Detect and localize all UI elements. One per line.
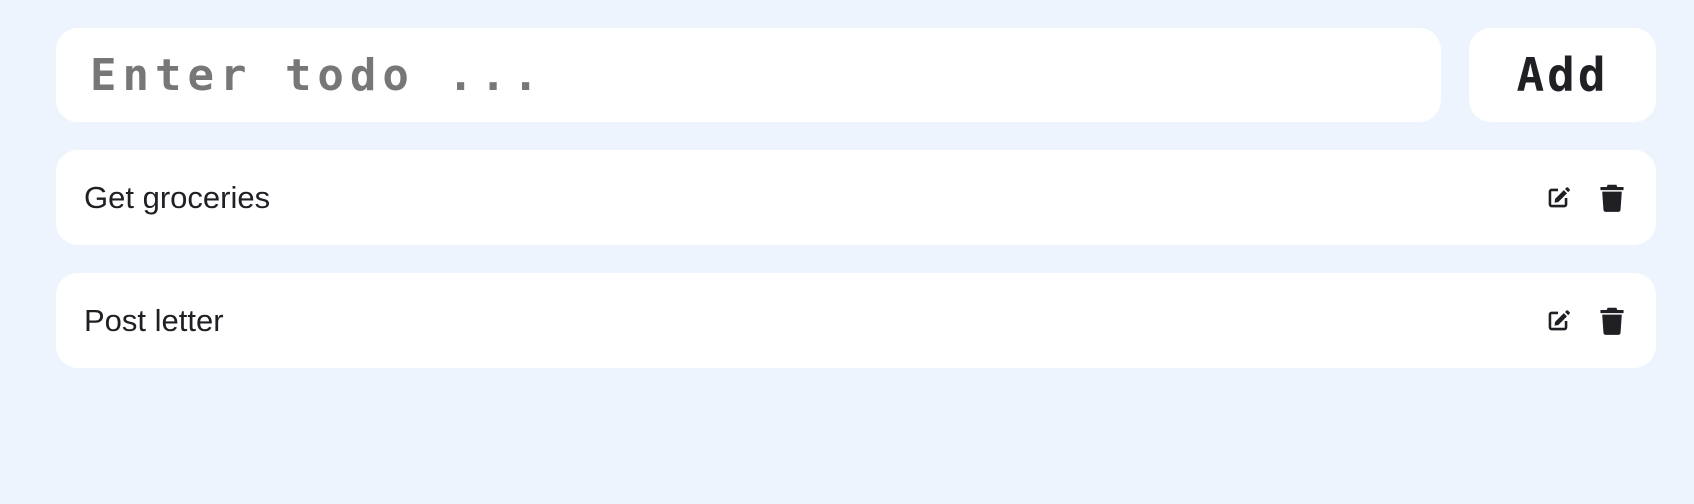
- todo-text: Get groceries: [84, 179, 271, 215]
- todo-item: Get groceries: [56, 150, 1656, 245]
- edit-icon[interactable]: [1542, 182, 1574, 214]
- todo-text: Post letter: [84, 302, 224, 338]
- todo-actions: [1542, 182, 1628, 214]
- todo-list: Get groceries Post letter: [56, 150, 1656, 368]
- add-button[interactable]: Add: [1469, 28, 1656, 122]
- trash-icon[interactable]: [1596, 182, 1628, 214]
- todo-app: Add Get groceries: [56, 28, 1656, 396]
- todo-actions: [1542, 305, 1628, 337]
- edit-icon[interactable]: [1542, 305, 1574, 337]
- new-todo-row: Add: [56, 28, 1656, 122]
- trash-icon[interactable]: [1596, 305, 1628, 337]
- todo-input[interactable]: [56, 28, 1441, 122]
- todo-item: Post letter: [56, 273, 1656, 368]
